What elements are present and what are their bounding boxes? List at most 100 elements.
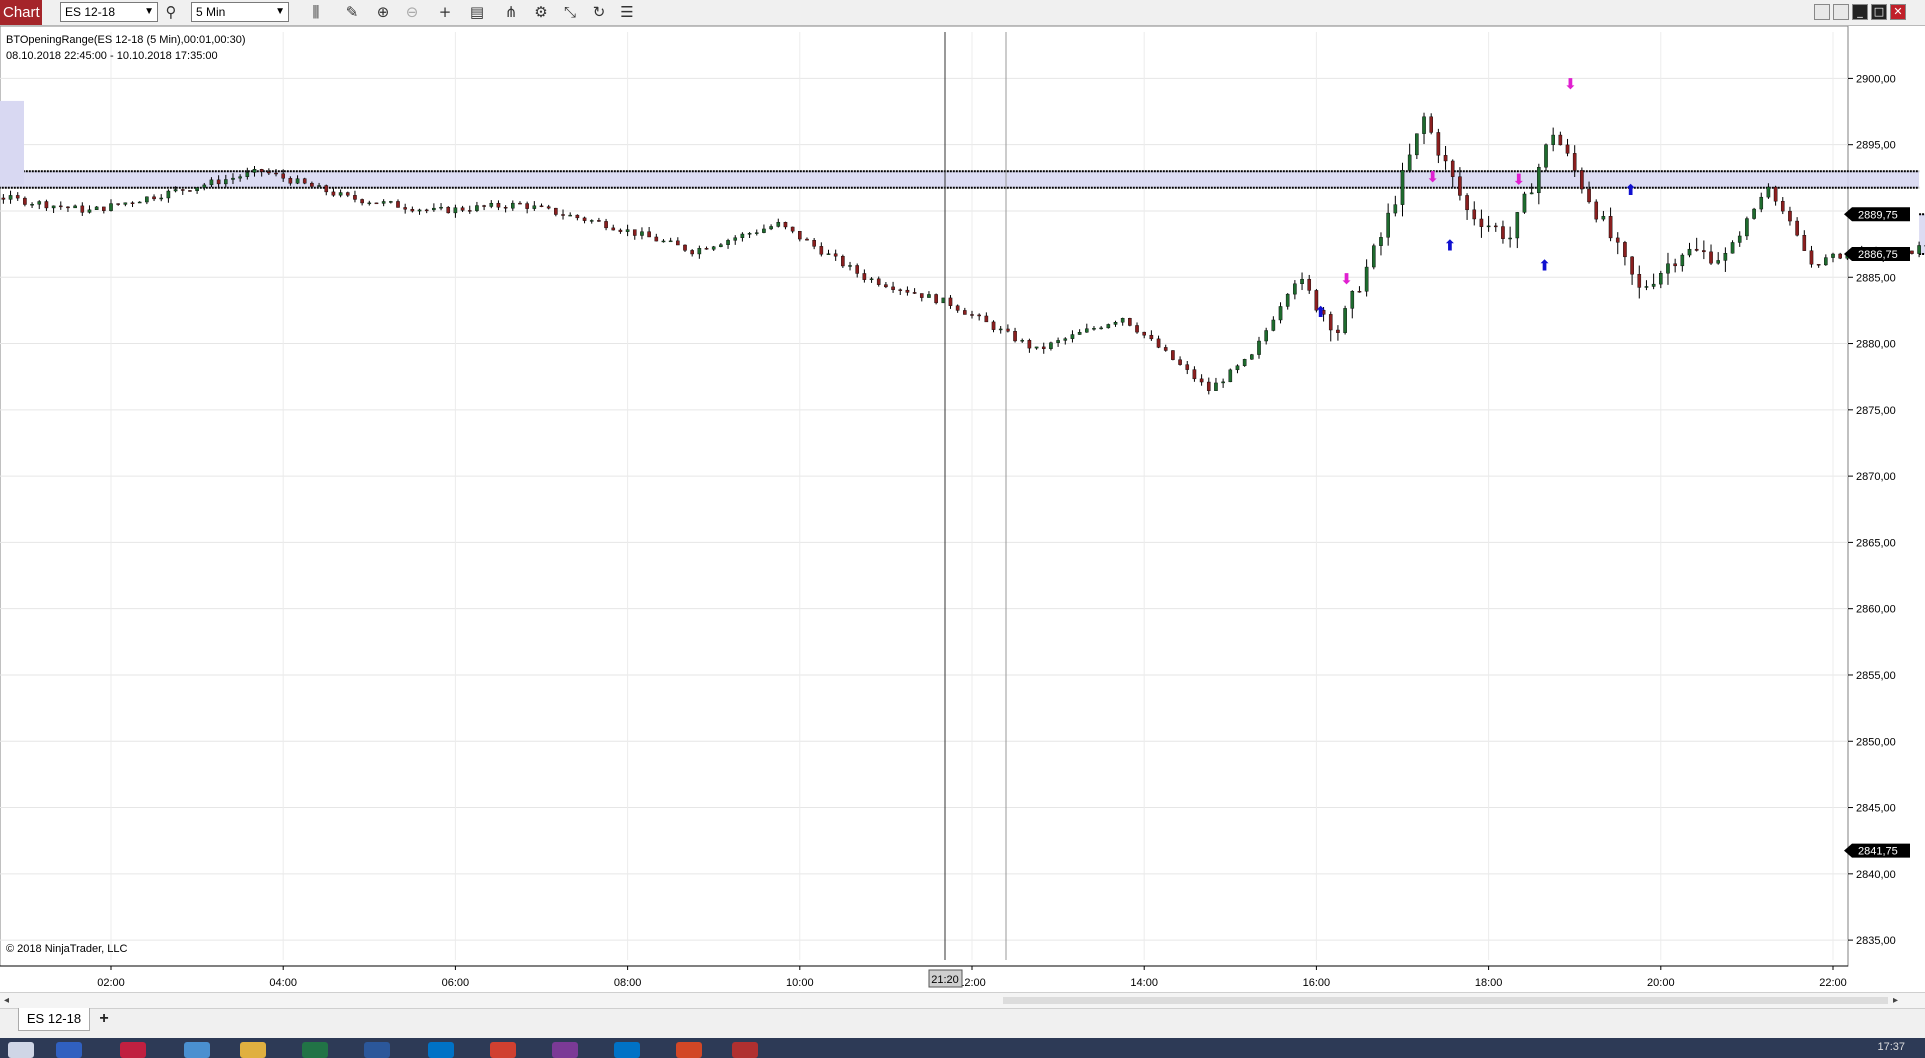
candle-body [762, 228, 766, 233]
buy-arrow-icon: ⬆ [1444, 237, 1457, 255]
candle-body [1630, 256, 1634, 275]
candle-body [1, 197, 6, 200]
price-tick-label: 2865,00 [1856, 537, 1896, 549]
candle-body [1371, 245, 1376, 268]
candle-body [482, 205, 486, 207]
candle-body [970, 314, 974, 316]
word-icon[interactable] [364, 1042, 390, 1058]
price-tick-label: 2840,00 [1856, 869, 1896, 881]
candle-body [668, 240, 673, 243]
app-icon[interactable] [56, 1042, 82, 1058]
price-chart[interactable]: ⬇⬇⬇⬇⬆⬆⬆⬆ 2900,002895,002890,002885,00288… [0, 26, 1925, 992]
horizontal-scrollbar[interactable]: ◂ ▸ [0, 992, 1925, 1009]
candle-body [209, 179, 214, 186]
candle-body [1831, 253, 1835, 258]
candle-body [1572, 153, 1577, 171]
candle-body [1601, 216, 1606, 220]
candle-body [546, 206, 551, 209]
interval-value: 5 Min [196, 5, 226, 19]
restore-icon[interactable] [1814, 4, 1830, 20]
search-icon[interactable]: ⚲ [160, 2, 182, 22]
candle-body [1070, 334, 1075, 339]
scroll-left-icon[interactable]: ◂ [4, 995, 9, 1006]
indicators-icon[interactable]: ⋔ [500, 2, 522, 22]
add-tab-button[interactable]: + [94, 1008, 114, 1030]
app-icon[interactable] [120, 1042, 146, 1058]
candle-body [661, 240, 666, 243]
price-tick-label: 2860,00 [1856, 604, 1896, 616]
data-box-icon[interactable]: ▤ [466, 2, 488, 22]
maximize-icon[interactable]: □ [1871, 4, 1887, 20]
candle-body [798, 230, 802, 240]
instrument-value: ES 12-18 [65, 5, 116, 19]
candle-body [130, 202, 135, 204]
candle-body [1350, 291, 1355, 309]
close-icon[interactable]: ✕ [1890, 4, 1906, 20]
powerpoint-icon[interactable] [676, 1042, 702, 1058]
candle-body [1135, 325, 1139, 333]
price-marker-label: 2889,75 [1858, 209, 1898, 221]
candle-body [345, 192, 350, 196]
scrollbar-thumb[interactable] [1003, 997, 1888, 1004]
candle-body [1479, 218, 1484, 227]
start-icon[interactable] [8, 1042, 34, 1058]
candle-body [790, 226, 795, 232]
candle-body [1515, 212, 1520, 239]
zoom-out-icon[interactable]: ⊖ [401, 2, 423, 22]
candle-body [511, 202, 515, 209]
candle-body [288, 178, 293, 184]
refresh-icon[interactable]: ↻ [588, 2, 610, 22]
strategies-icon[interactable]: ⚙ [530, 2, 552, 22]
candle-body [1214, 382, 1218, 391]
properties-icon[interactable]: ☰ [616, 2, 638, 22]
candle-body [475, 205, 479, 211]
candle-body [252, 169, 257, 173]
app-icon[interactable] [184, 1042, 210, 1058]
outlook-icon[interactable] [614, 1042, 640, 1058]
zoom-in-icon[interactable]: ⊕ [372, 2, 394, 22]
scroll-right-icon[interactable]: ▸ [1893, 995, 1898, 1006]
bar-type-icon[interactable]: ⫼ [305, 2, 327, 22]
candle-body [238, 176, 242, 179]
price-markers: 2889,75 2886,75 2841,75 [1844, 207, 1910, 858]
price-tick-label: 2870,00 [1856, 471, 1896, 483]
candle-body [518, 202, 522, 205]
candle-body [417, 209, 422, 212]
minimize-icon[interactable]: _ [1852, 4, 1868, 20]
candle-body [1271, 319, 1276, 331]
candle-body [934, 294, 938, 304]
chart-menu-button[interactable]: Chart [0, 0, 42, 25]
candle-body [561, 214, 565, 216]
candle-body [1658, 273, 1663, 285]
crosshair-icon[interactable]: + [434, 2, 456, 22]
restore-icon[interactable] [1833, 4, 1849, 20]
candle-body [44, 201, 49, 209]
draw-icon[interactable]: ✎ [341, 2, 363, 22]
candle-body [1357, 291, 1362, 293]
folder-icon[interactable] [240, 1042, 266, 1058]
candle-body [769, 226, 773, 230]
instrument-selector[interactable]: ES 12-18 ▼ [60, 2, 158, 22]
outlook-icon[interactable] [428, 1042, 454, 1058]
interval-selector[interactable]: 5 Min ▼ [191, 2, 289, 22]
excel-icon[interactable] [302, 1042, 328, 1058]
sell-arrow-icon: ⬇ [1564, 75, 1577, 93]
onenote-icon[interactable] [552, 1042, 578, 1058]
candle-body [1723, 253, 1728, 261]
candle-body [1673, 263, 1677, 267]
candle-body [489, 202, 494, 207]
candle-body [582, 217, 587, 221]
candle-body [216, 179, 221, 185]
chrome-icon[interactable] [490, 1042, 516, 1058]
candle-body [1077, 332, 1082, 335]
tab-es-12-18[interactable]: ES 12-18 [18, 1008, 90, 1031]
candle-body [30, 204, 34, 206]
drawing-tools-icon[interactable]: ⤡ [559, 2, 581, 22]
price-tick-label: 2850,00 [1856, 736, 1896, 748]
candle-body [87, 209, 92, 213]
price-axis[interactable]: 2900,002895,002890,002885,002880,002875,… [1848, 73, 1896, 947]
candle-body [640, 231, 644, 236]
candle-body [66, 206, 70, 209]
price-tick-label: 2880,00 [1856, 339, 1896, 351]
ninjatrader-icon[interactable] [732, 1042, 758, 1058]
